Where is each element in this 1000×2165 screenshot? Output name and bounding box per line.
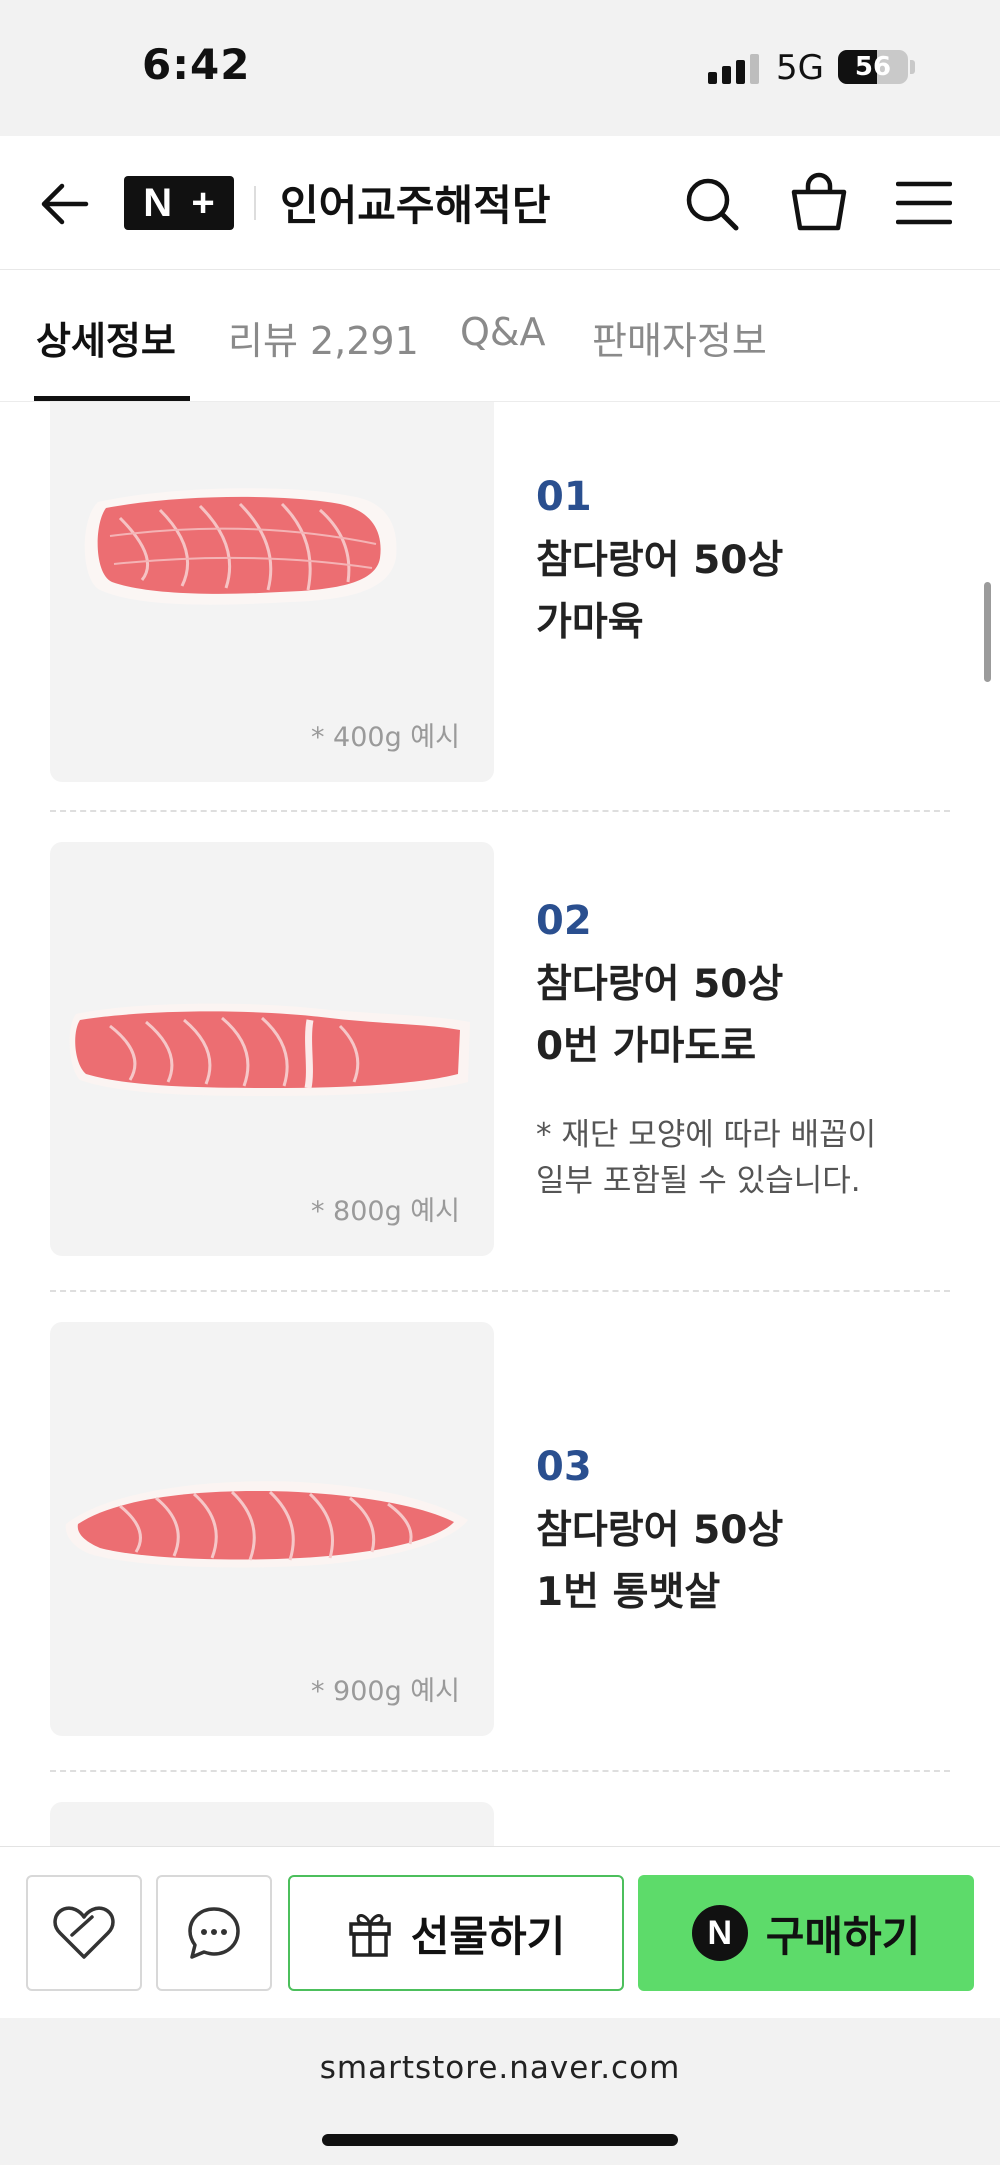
tab-qna[interactable]: Q&A	[460, 310, 546, 354]
item-name-line1: 참다랑어 50상	[536, 1508, 784, 1553]
signal-strength-icon	[708, 54, 760, 84]
dashed-divider	[50, 1770, 950, 1772]
store-header: N + 인어교주해적단	[0, 136, 1000, 270]
favorite-button[interactable]	[26, 1875, 142, 1991]
product-item	[50, 1802, 950, 1846]
weight-caption: * 400g 예시	[310, 722, 460, 753]
shopping-bag-icon[interactable]	[790, 172, 848, 232]
search-icon[interactable]	[684, 176, 740, 232]
tab-reviews[interactable]: 리뷰 2,291	[228, 310, 419, 365]
purchase-action-bar: 선물하기 N 구매하기	[0, 1846, 1000, 2018]
browser-url-bar: smartstore.naver.com	[0, 2018, 1000, 2165]
product-photo: * 800g 예시	[50, 842, 494, 1256]
tab-detail-info[interactable]: 상세정보	[36, 310, 176, 365]
buy-button[interactable]: N 구매하기	[638, 1875, 974, 1991]
menu-icon[interactable]	[896, 178, 952, 228]
network-type: 5G	[776, 48, 824, 88]
store-name[interactable]: 인어교주해적단	[280, 172, 550, 233]
item-note-line1: * 재단 모양에 따라 배꼽이	[536, 1117, 877, 1153]
item-note-line2: 일부 포함될 수 있습니다.	[536, 1163, 861, 1199]
back-arrow-icon[interactable]	[36, 176, 92, 232]
product-item: * 900g 예시 03 참다랑어 50상 1번 통뱃살	[50, 1322, 950, 1736]
item-number: 02	[536, 898, 592, 944]
weight-caption: * 900g 예시	[310, 1676, 460, 1707]
product-item: * 400g 예시 01 참다랑어 50상 가마육	[50, 402, 950, 782]
item-name-line2: 가마육	[536, 600, 644, 645]
battery-tip	[910, 60, 915, 74]
product-photo: * 900g 예시	[50, 1322, 494, 1736]
url-text[interactable]: smartstore.naver.com	[0, 2050, 1000, 2086]
scrollbar[interactable]	[984, 582, 991, 682]
battery-level: 56	[854, 52, 892, 82]
logo-divider	[254, 186, 256, 220]
weight-caption: * 800g 예시	[310, 1196, 460, 1227]
item-name-line2: 1번 통뱃살	[536, 1570, 721, 1615]
detail-tabs: 상세정보 리뷰 2,291 Q&A 판매자정보	[0, 270, 1000, 402]
dashed-divider	[50, 810, 950, 812]
gift-button-label: 선물하기	[410, 1911, 566, 1961]
product-item: * 800g 예시 02 참다랑어 50상 0번 가마도로 * 재단 모양에 따…	[50, 842, 950, 1256]
product-photo	[50, 1802, 494, 1846]
active-tab-indicator	[34, 396, 190, 401]
product-photo: * 400g 예시	[50, 402, 494, 782]
product-detail-content: * 400g 예시 01 참다랑어 50상 가마육 * 800g 예시 02 참…	[0, 402, 1000, 1846]
item-number: 03	[536, 1444, 592, 1490]
battery-icon: 56	[838, 50, 908, 84]
heart-icon	[53, 1906, 115, 1959]
gift-button[interactable]: 선물하기	[288, 1875, 624, 1991]
gift-icon	[348, 1914, 391, 1957]
chat-icon	[188, 1907, 240, 1959]
chat-button[interactable]	[156, 1875, 272, 1991]
item-name-line1: 참다랑어 50상	[536, 538, 784, 583]
item-name-line1: 참다랑어 50상	[536, 962, 784, 1007]
naver-plus-logo[interactable]: N +	[124, 176, 234, 230]
item-number: 01	[536, 474, 592, 520]
dashed-divider	[50, 1290, 950, 1292]
status-bar: 6:42 5G 56	[0, 0, 1000, 136]
home-indicator[interactable]	[322, 2134, 678, 2146]
tab-seller-info[interactable]: 판매자정보	[592, 310, 767, 365]
item-name-line2: 0번 가마도로	[536, 1024, 757, 1069]
buy-button-label: 구매하기	[765, 1911, 921, 1961]
naver-pay-icon: N	[691, 1905, 748, 1961]
status-time: 6:42	[142, 40, 251, 89]
